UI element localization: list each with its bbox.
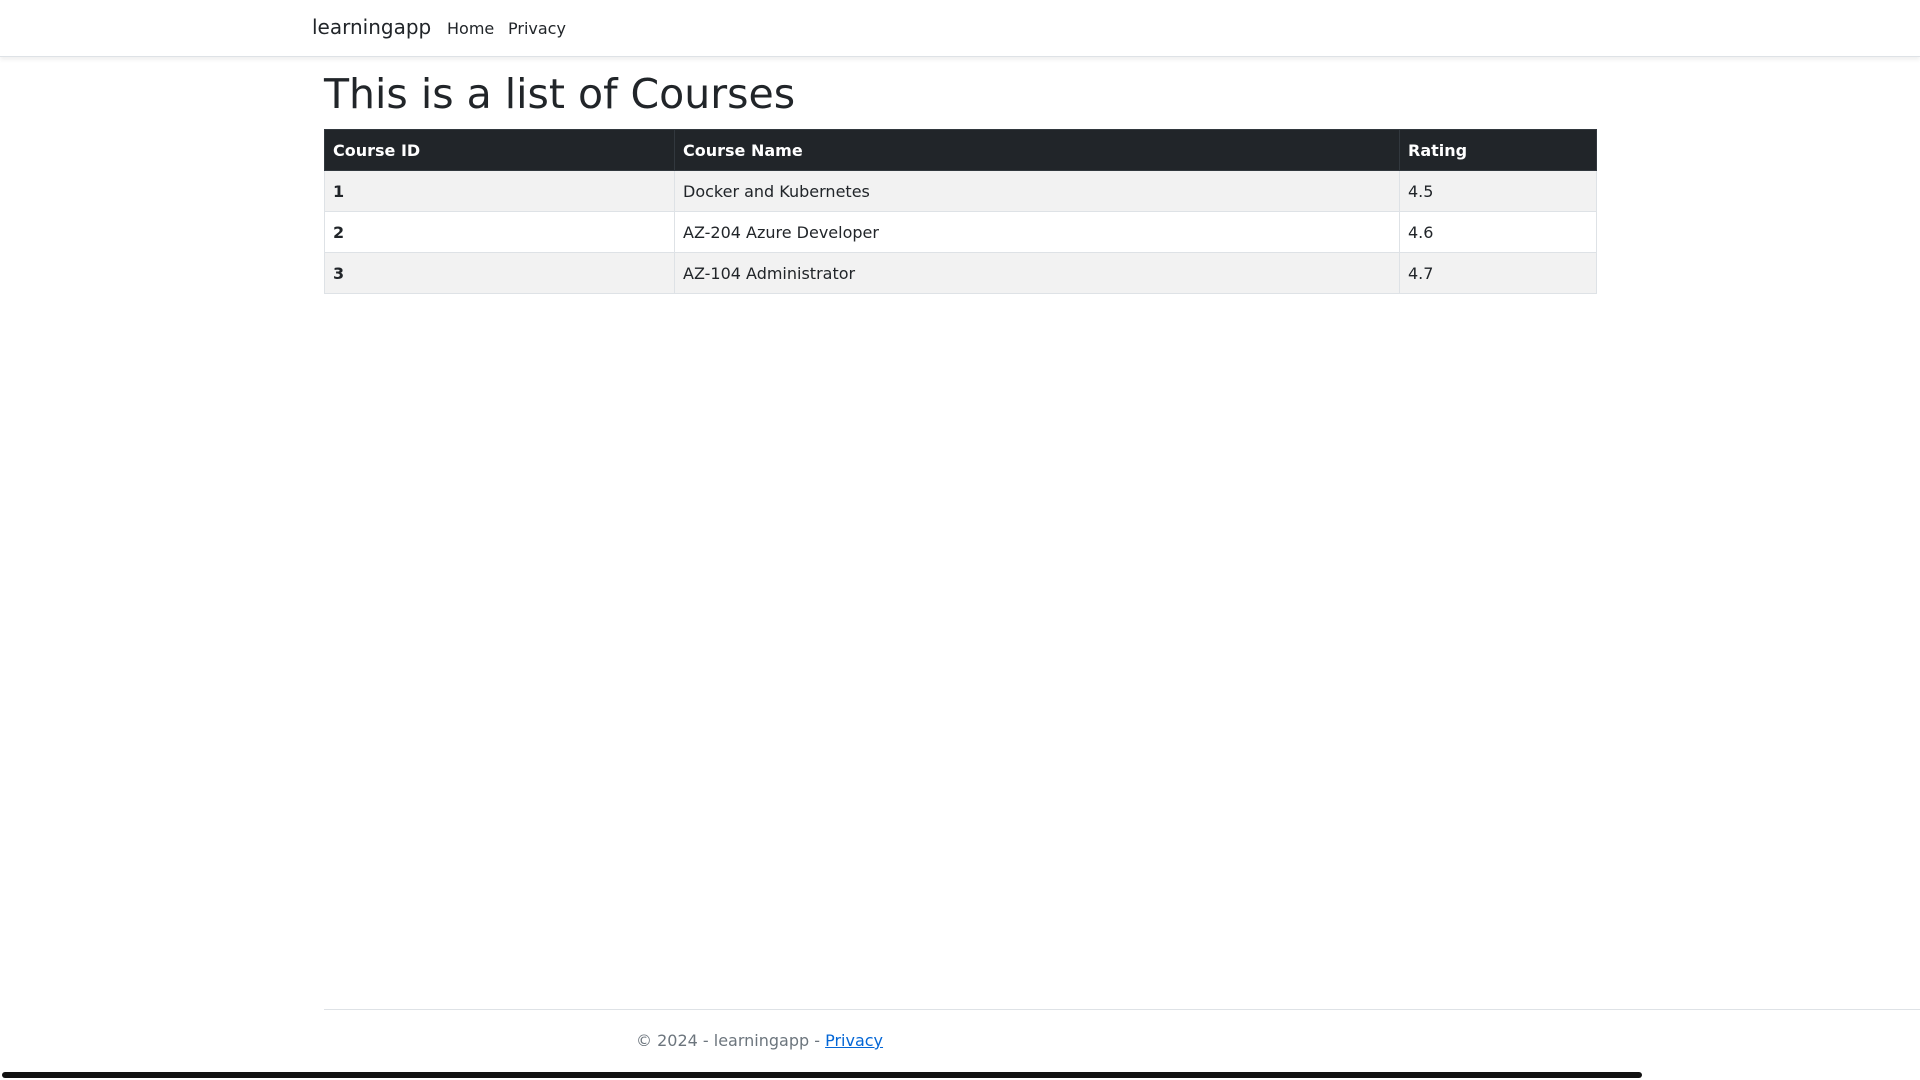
nav-home-link[interactable]: Home — [447, 19, 494, 38]
course-name-cell: Docker and Kubernetes — [674, 170, 1400, 212]
column-header-course-name: Course Name — [674, 129, 1400, 171]
top-navbar: learningapp Home Privacy — [0, 0, 1920, 57]
footer-privacy-link[interactable]: Privacy — [825, 1031, 883, 1050]
course-name-cell: AZ-204 Azure Developer — [674, 211, 1400, 253]
footer-text: © 2024 - learningapp - Privacy — [636, 1031, 883, 1050]
table-header: Course ID Course Name Rating — [324, 129, 1597, 171]
course-id-cell: 2 — [324, 211, 675, 253]
table-row: 1 Docker and Kubernetes 4.5 — [324, 170, 1597, 212]
course-id-cell: 3 — [324, 252, 675, 294]
horizontal-scrollbar[interactable] — [2, 1072, 1642, 1078]
course-name-cell: AZ-104 Administrator — [674, 252, 1400, 294]
table-header-row: Course ID Course Name Rating — [324, 129, 1597, 171]
course-id-cell: 1 — [324, 170, 675, 212]
brand-link[interactable]: learningapp — [312, 15, 431, 39]
column-header-course-id: Course ID — [324, 129, 675, 171]
column-header-rating: Rating — [1399, 129, 1597, 171]
rating-cell: 4.5 — [1399, 170, 1597, 212]
rating-cell: 4.6 — [1399, 211, 1597, 253]
table-body: 1 Docker and Kubernetes 4.5 2 AZ-204 Azu… — [324, 170, 1597, 294]
footer-copyright: © 2024 - learningapp - — [636, 1031, 826, 1050]
table-row: 2 AZ-204 Azure Developer 4.6 — [324, 211, 1597, 253]
rating-cell: 4.7 — [1399, 252, 1597, 294]
nav-privacy-link[interactable]: Privacy — [508, 19, 566, 38]
table-row: 3 AZ-104 Administrator 4.7 — [324, 252, 1597, 294]
courses-table: Course ID Course Name Rating 1 Docker an… — [324, 129, 1597, 294]
page-title: This is a list of Courses — [324, 70, 796, 118]
page-footer: © 2024 - learningapp - Privacy — [324, 1009, 1920, 1062]
